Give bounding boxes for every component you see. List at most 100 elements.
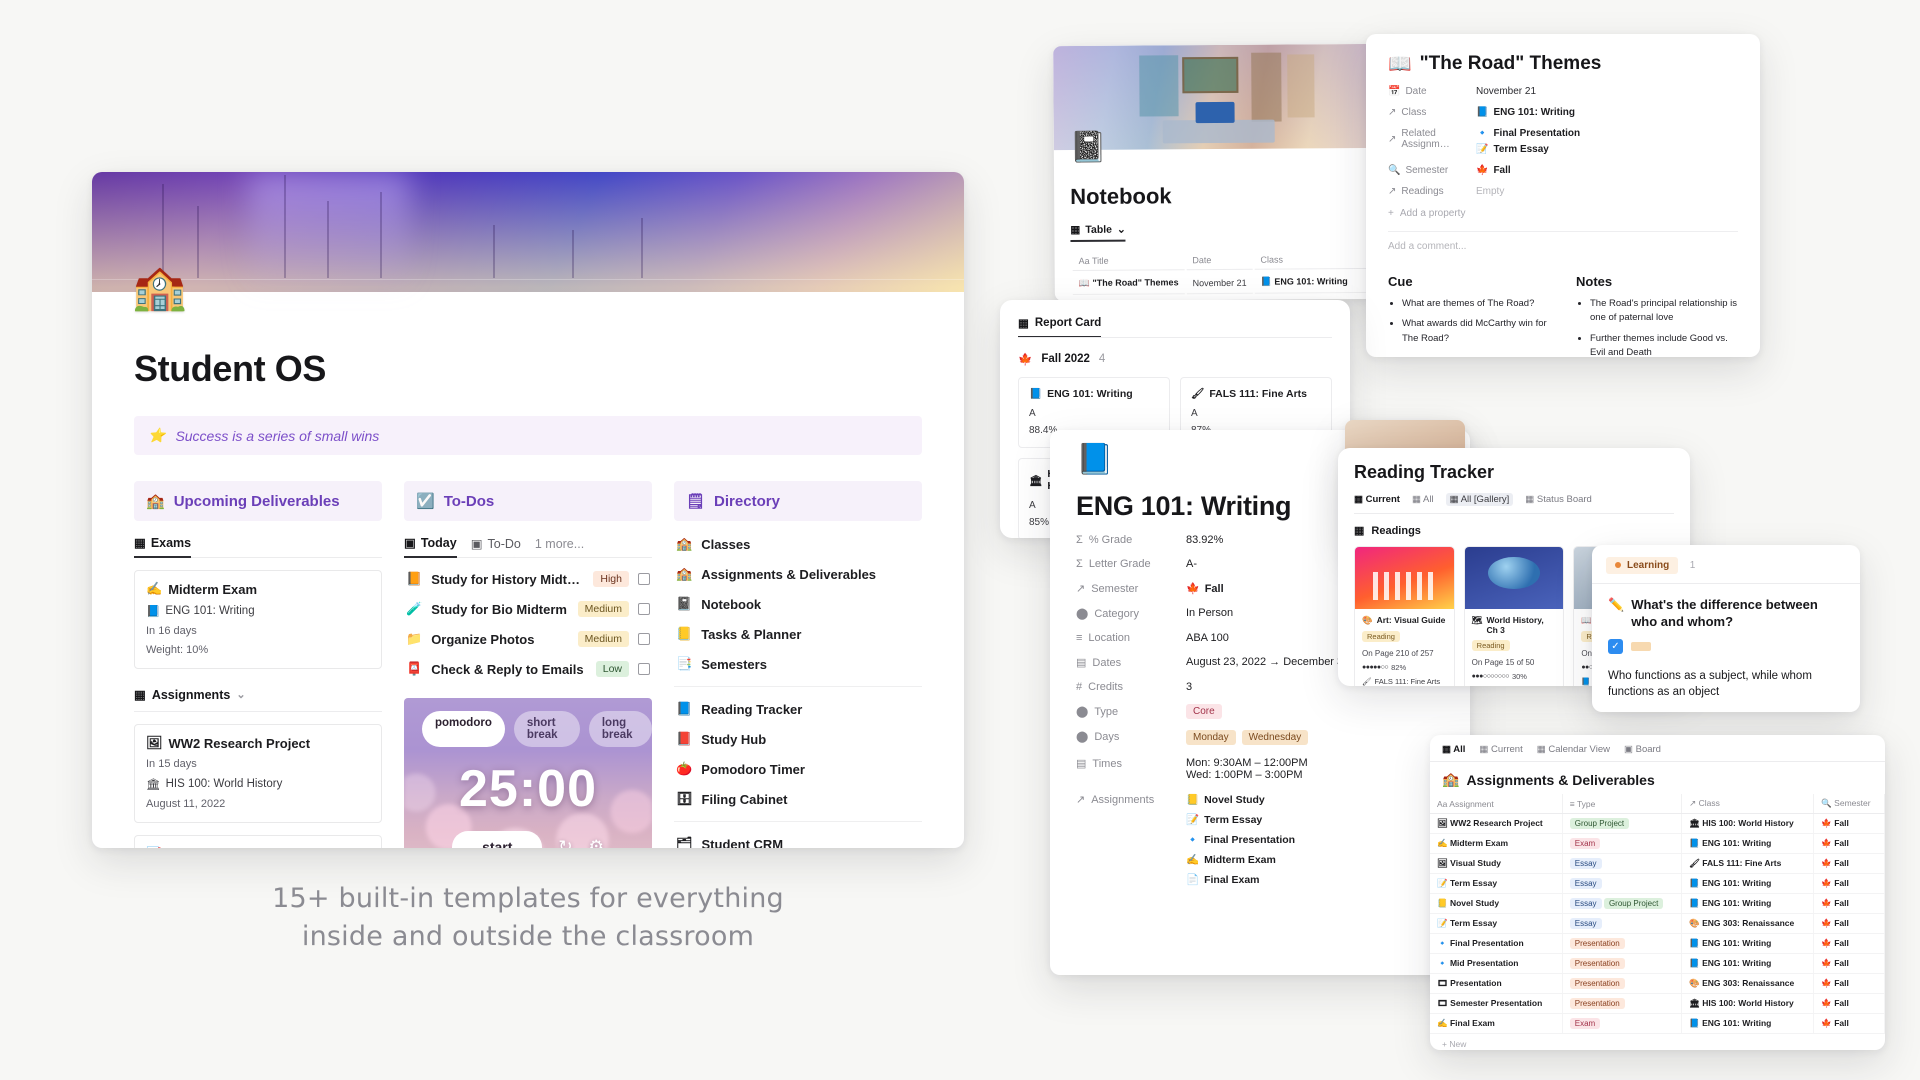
add-property-button[interactable]: + Add a property [1388, 208, 1738, 219]
dir-item-tasks[interactable]: 📒 Tasks & Planner [674, 619, 922, 649]
relation-chip[interactable]: 📝 Term Essay [1476, 144, 1580, 155]
todo-checkbox[interactable] [638, 573, 650, 585]
group-assignments[interactable]: ▦ Assignments ⌄ [134, 687, 382, 703]
reading-card[interactable]: 🗺 World History, Ch 3 Reading On Page 15… [1463, 546, 1565, 686]
table-row[interactable]: 🖼 Visual Study Essay 🖌 FALS 111: Fine Ar… [1430, 853, 1885, 874]
deliverable-card[interactable]: ✍️ Midterm Exam 📘 ENG 101: Writing In 16… [134, 570, 382, 669]
table-row[interactable]: 🎞 Presentation Presentation 🎨 ENG 303: R… [1430, 973, 1885, 994]
table-row[interactable]: 🎞 Semester Presentation Presentation 🏛 H… [1430, 993, 1885, 1014]
col-class[interactable]: ↗ Class [1681, 794, 1815, 814]
reading-card[interactable]: 🎨 Art: Visual Guide Reading On Page 210 … [1354, 546, 1455, 686]
assignment-card[interactable]: 🖼 WW2 Research Project In 15 days 🏛 HIS … [134, 724, 382, 823]
tab-all[interactable]: ▦ All [1442, 744, 1465, 755]
long-break-tab[interactable]: long break [588, 711, 652, 747]
col-date[interactable]: Date [1186, 250, 1253, 271]
dir-item-student-crm[interactable]: 🗂 Student CRM [674, 829, 922, 848]
add-property-label: Add a property [1399, 208, 1466, 219]
table-row[interactable]: 📝 Term Essay Essay 📘 ENG 101: Writing 🍁 … [1430, 873, 1885, 894]
col-title[interactable]: Aa Title [1072, 251, 1185, 272]
todo-checkbox[interactable] [638, 663, 650, 675]
report-card-tab[interactable]: ▦ Report Card [1018, 316, 1102, 338]
col-type[interactable]: ≡ Type [1562, 794, 1683, 814]
semester-name: Fall [1834, 878, 1849, 888]
property-date[interactable]: 📅 Date November 21 [1388, 86, 1738, 97]
class-icon: 📘 [1689, 898, 1700, 908]
dir-item-notebook[interactable]: 📓 Notebook [674, 589, 922, 619]
table-row[interactable]: 🔹 Mid Presentation Presentation 📘 ENG 10… [1430, 953, 1885, 974]
table-row[interactable]: 📒 Novel Study Essay Group Project 📘 ENG … [1430, 893, 1885, 914]
relation-chip[interactable]: 🍁 Fall [1476, 165, 1511, 176]
todo-item[interactable]: 📙 Study for History Midterm High [404, 564, 652, 594]
dir-item-reading-tracker[interactable]: 📘 Reading Tracker [674, 694, 922, 724]
tabs-more[interactable]: 1 more... [535, 537, 584, 557]
relation-chip[interactable]: 📄 Final Exam [1186, 873, 1295, 887]
tab-current[interactable]: ▦ Current [1354, 494, 1400, 505]
assignments-icon: 🏫 [676, 566, 693, 581]
property-readings[interactable]: ↗ Readings Empty [1388, 186, 1738, 197]
property-days[interactable]: ⬤ Days Monday Wednesday [1076, 730, 1444, 745]
table-row[interactable]: 📝 Term Essay Essay 🎨 ENG 303: Renaissanc… [1430, 913, 1885, 934]
table-row[interactable]: ✍️ Final Exam Exam 📘 ENG 101: Writing 🍁 … [1430, 1013, 1885, 1034]
tab-all-gallery[interactable]: ▦ All [Gallery] [1445, 493, 1514, 506]
property-key: ↗ Semester [1076, 582, 1186, 596]
new-row-button[interactable]: + New [1430, 1034, 1885, 1050]
gear-icon[interactable]: ⚙ [589, 837, 604, 848]
property-related-assignments[interactable]: ↗ Related Assignm… 🔹 Final Presentation … [1388, 128, 1738, 155]
property-type[interactable]: ⬤ Type Core [1076, 704, 1444, 719]
todo-checkbox[interactable] [638, 633, 650, 645]
tab-exams[interactable]: ▦ Exams [134, 535, 192, 558]
dir-item-pomodoro[interactable]: 🍅 Pomodoro Timer [674, 754, 922, 784]
table-row[interactable]: 🖼 WW2 Research Project Group Project 🏛 H… [1430, 813, 1885, 834]
book-icon: 📘 [1029, 388, 1043, 400]
relation-chip[interactable]: 📝 Term Essay [1186, 813, 1295, 827]
assignment-card[interactable]: 📝 Term Essay In 28 days 📘 ENG 101: Writi… [134, 835, 382, 848]
col-semester[interactable]: 🔍 Semester [1813, 794, 1885, 814]
start-button[interactable]: start [452, 831, 543, 848]
chevron-down-icon[interactable]: ⌄ [1117, 224, 1126, 236]
tab-status-board[interactable]: ▦ Status Board [1525, 494, 1592, 505]
col-assignment[interactable]: Aa Assignment [1430, 794, 1563, 814]
todo-item[interactable]: 📁 Organize Photos Medium [404, 624, 652, 654]
cell-title-text: "The Road" Themes [1092, 277, 1179, 288]
reset-icon[interactable]: ↻ [558, 837, 572, 848]
relation-chip[interactable]: ✍️ Midterm Exam [1186, 853, 1295, 867]
property-assignments[interactable]: ↗ Assignments 📒 Novel Study 📝 Term Essay… [1076, 793, 1444, 887]
relation-chip[interactable]: 📒 Novel Study [1186, 793, 1295, 807]
report-card-group-header[interactable]: 🍁 Fall 2022 4 [1018, 352, 1332, 366]
property-key-label: Semester [1091, 582, 1139, 595]
table-row[interactable]: 🔹 Final Presentation Presentation 📘 ENG … [1430, 933, 1885, 954]
todo-item[interactable]: 📮 Check & Reply to Emails Low [404, 654, 652, 684]
property-class[interactable]: ↗ Class 📘 ENG 101: Writing [1388, 107, 1738, 118]
dir-item-semesters[interactable]: 📑 Semesters [674, 649, 922, 679]
tab-todo[interactable]: ▣ To-Do [471, 536, 521, 557]
relation-chip[interactable]: 🔹 Final Presentation [1186, 833, 1295, 847]
tab-all[interactable]: ▦ All [1412, 494, 1434, 505]
todo-checkbox[interactable] [638, 603, 650, 615]
checkbox-checked-icon[interactable]: ✓ [1608, 638, 1623, 654]
tab-current[interactable]: ▦ Current [1479, 744, 1522, 755]
dir-label: Filing Cabinet [701, 791, 788, 807]
pomodoro-tab[interactable]: pomodoro [422, 711, 505, 747]
reading-card-body: 🗺 World History, Ch 3 Reading On Page 15… [1465, 609, 1564, 686]
relation-chip[interactable]: 📘 ENG 101: Writing [1476, 107, 1575, 118]
table-row[interactable]: ✍️ Midterm Exam Exam 📘 ENG 101: Writing … [1430, 833, 1885, 854]
property-semester[interactable]: 🔍 Semester 🍁 Fall [1388, 165, 1738, 176]
table-row[interactable]: 📖 "The Road" Themes November 21 📘 ENG 10… [1072, 270, 1378, 296]
crm-icon: 🗂 [676, 836, 693, 848]
relation-chip[interactable]: 🔹 Final Presentation [1476, 128, 1580, 139]
add-comment-input[interactable]: Add a comment... [1388, 241, 1738, 252]
todo-item[interactable]: 🧪 Study for Bio Midterm Medium [404, 594, 652, 624]
readings-group-header[interactable]: ▦ Readings [1354, 524, 1674, 538]
tab-calendar-view[interactable]: ▦ Calendar View [1537, 744, 1610, 755]
short-break-tab[interactable]: short break [513, 711, 580, 747]
notebook-view-tab[interactable]: ▦ Table ⌄ [1070, 223, 1126, 243]
dir-item-filing-cabinet[interactable]: 🗄 Filing Cabinet [674, 784, 922, 814]
tab-board[interactable]: ▣ Board [1624, 744, 1661, 755]
dir-item-study-hub[interactable]: 📕 Study Hub [674, 724, 922, 754]
tab-today[interactable]: ▣ Today [404, 535, 457, 558]
property-times[interactable]: ▤ Times Mon: 9:30AM – 12:00PM Wed: 1:00P… [1076, 757, 1444, 781]
dir-item-classes[interactable]: 🏫 Classes [674, 529, 922, 559]
chevron-down-icon[interactable]: ⌄ [236, 688, 245, 701]
dir-item-assignments[interactable]: 🏫 Assignments & Deliverables [674, 559, 922, 589]
col-class[interactable]: Class [1254, 249, 1378, 270]
